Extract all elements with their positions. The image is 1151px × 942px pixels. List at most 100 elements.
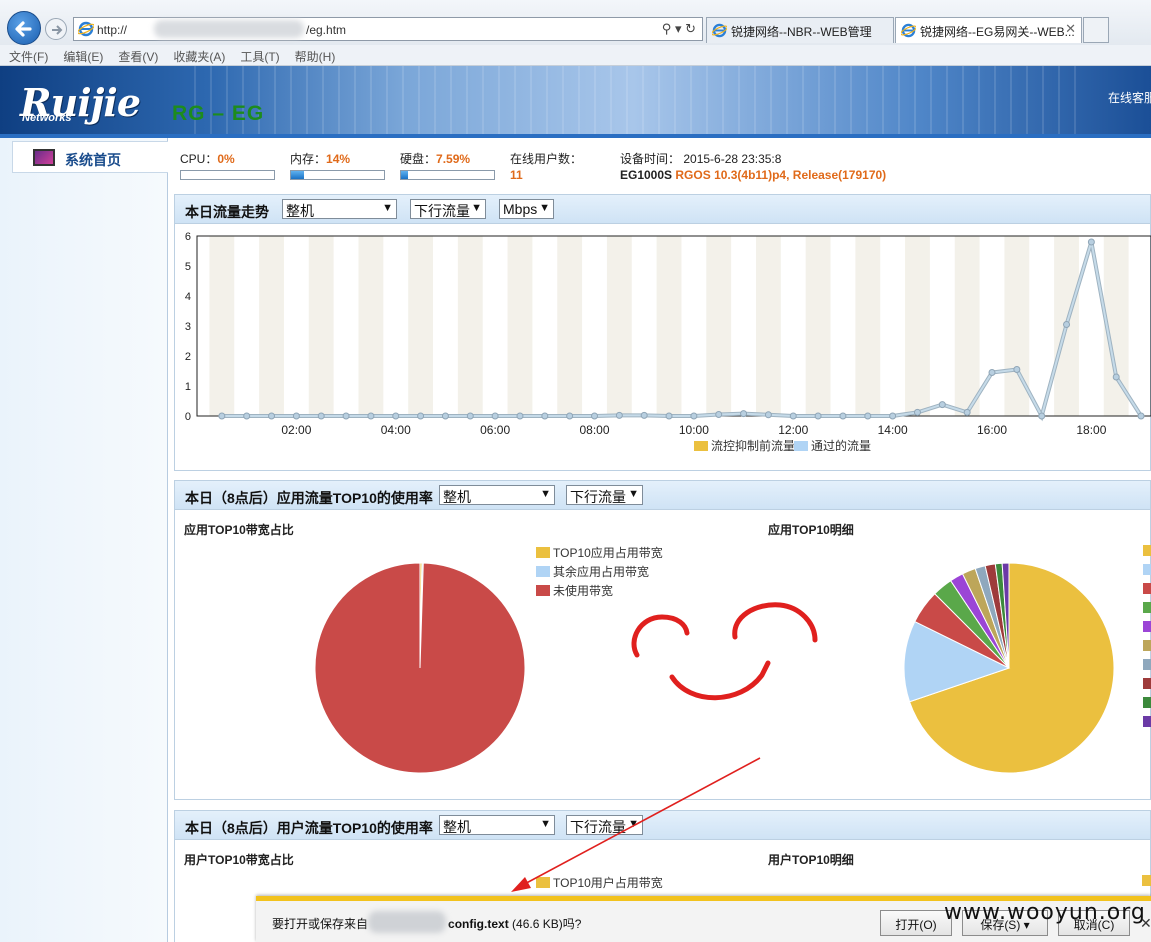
grid-band [557,236,583,416]
x-tick-label: 04:00 [381,423,411,437]
direction-select[interactable]: 下行流量 ▼ [566,485,643,505]
y-tick-label: 2 [185,351,191,363]
chevron-down-icon: ▼ [539,202,550,214]
app-detail-subtitle: 应用TOP10明细 [768,523,854,537]
tab-nbr[interactable]: 锐捷网络--NBR--WEB管理 [706,17,894,43]
new-tab-button[interactable] [1083,17,1109,43]
online-users-value: 11 [510,168,523,182]
grid-band [905,236,930,416]
chevron-down-icon: ▼ [471,202,482,214]
legend-swatch [1143,583,1151,594]
ie-page-icon [78,21,94,37]
redacted-host [368,911,446,933]
grid-band [457,236,483,416]
tab-eg-active[interactable]: 锐捷网络--EG易网关--WEB... ✕ [895,17,1082,43]
unit-select[interactable]: Mbps ▼ [499,199,554,219]
file-size: (46.6 KB)吗? [512,917,582,931]
direction-select[interactable]: 下行流量 ▼ [410,199,486,219]
menu-favorites[interactable]: 收藏夹(A) [164,45,231,65]
x-tick-label: 16:00 [977,423,1007,437]
grid-band [706,236,732,416]
x-tick-label: 06:00 [480,423,510,437]
data-point [764,411,772,419]
sidebar-item-home[interactable]: 系统首页 [12,141,168,173]
data-point [392,412,400,420]
refresh-icon[interactable]: ↻ [685,21,696,36]
data-point [913,408,921,416]
close-icon[interactable]: ✕ [1140,915,1151,932]
header-divider [0,134,1151,138]
memory-fill [291,171,305,179]
device-select[interactable]: 整机 ▼ [282,199,397,219]
smiley-annotation [631,602,818,701]
ie-page-icon [712,23,727,38]
menu-tools[interactable]: 工具(T) [231,45,285,65]
address-bar[interactable]: http:// /eg.htm ⚲ ▾ ↻ [73,17,703,41]
device-time: 设备时间： 2015-6-28 23:35:8 [620,152,782,166]
address-tools[interactable]: ⚲ ▾ ↻ [662,21,696,37]
search-icon[interactable]: ⚲ [662,21,672,36]
traffic-line-chart: 0 1 2 3 4 5 6 02:00 04:00 06:00 08:00 10:00 12:00 14:… [185,231,1151,453]
legend-swatch [1143,640,1151,651]
panel-title: 本日（8点后）用户流量TOP10的使用率 [185,820,433,836]
chevron-down-icon: ▼ [382,202,393,214]
user-share-subtitle: 用户TOP10带宽占比 [184,853,294,867]
menu-help[interactable]: 帮助(H) [286,45,342,65]
y-tick-label: 0 [185,411,191,423]
url-prefix: http:// [97,23,128,37]
legend-swatch [1143,678,1151,689]
disk-fill [401,171,409,179]
panel-title: 本日流量走势 [185,204,269,220]
data-point [268,412,276,420]
menu-view[interactable]: 查看(V) [109,45,164,65]
data-point [789,412,797,420]
close-icon[interactable]: ✕ [1065,21,1076,37]
legend-label: 流控抑制前流量 [711,438,795,453]
chevron-down-icon: ▼ [628,488,639,500]
legend-swatch [794,441,808,451]
grid-band [209,236,235,416]
forward-button[interactable] [45,18,67,40]
open-button[interactable]: 打开(O) [880,910,952,936]
data-point [889,412,897,420]
legend-swatch [536,547,550,558]
online-service-link[interactable]: 在线客服 [1108,89,1151,106]
chevron-down-icon[interactable]: ▾ [675,21,682,36]
online-users-label: 在线用户数： [510,152,583,166]
data-point [615,411,623,419]
data-point [814,412,822,420]
data-point [466,412,474,420]
grid-band [805,236,831,416]
grid-band [408,236,434,416]
menu-edit[interactable]: 编辑(E) [54,45,109,65]
redacted-host [154,20,304,38]
data-point [1013,366,1021,373]
menu-file[interactable]: 文件(F) [0,45,54,65]
y-tick-label: 5 [185,261,191,273]
tab-label: 锐捷网络--EG易网关--WEB... [920,25,1075,39]
tab-label: 锐捷网络--NBR--WEB管理 [731,25,872,39]
data-point [690,412,698,420]
device-select[interactable]: 整机 ▼ [439,485,555,505]
file-name: config.text [448,917,509,931]
grid-band [954,236,980,416]
data-point [1038,412,1046,420]
chevron-down-icon: ▼ [540,488,551,500]
url-path: /eg.htm [306,23,347,37]
arrow-right-icon [52,25,63,35]
legend-swatch [1143,545,1151,556]
app-share-subtitle: 应用TOP10带宽占比 [184,523,294,537]
data-point [740,410,748,418]
disk-value: 7.59% [436,152,471,166]
legend-swatch [1143,716,1151,727]
legend-top10-app: TOP10应用占用带宽 [536,544,663,561]
arrow-annotation [511,757,761,892]
legend-swatch [536,585,550,596]
data-point [516,412,524,420]
data-point [839,412,847,420]
back-button[interactable] [7,11,41,45]
legend-swatch [694,441,708,451]
y-tick-label: 3 [185,321,191,333]
sidebar-item-label: 系统首页 [65,152,121,168]
data-point [963,408,971,416]
